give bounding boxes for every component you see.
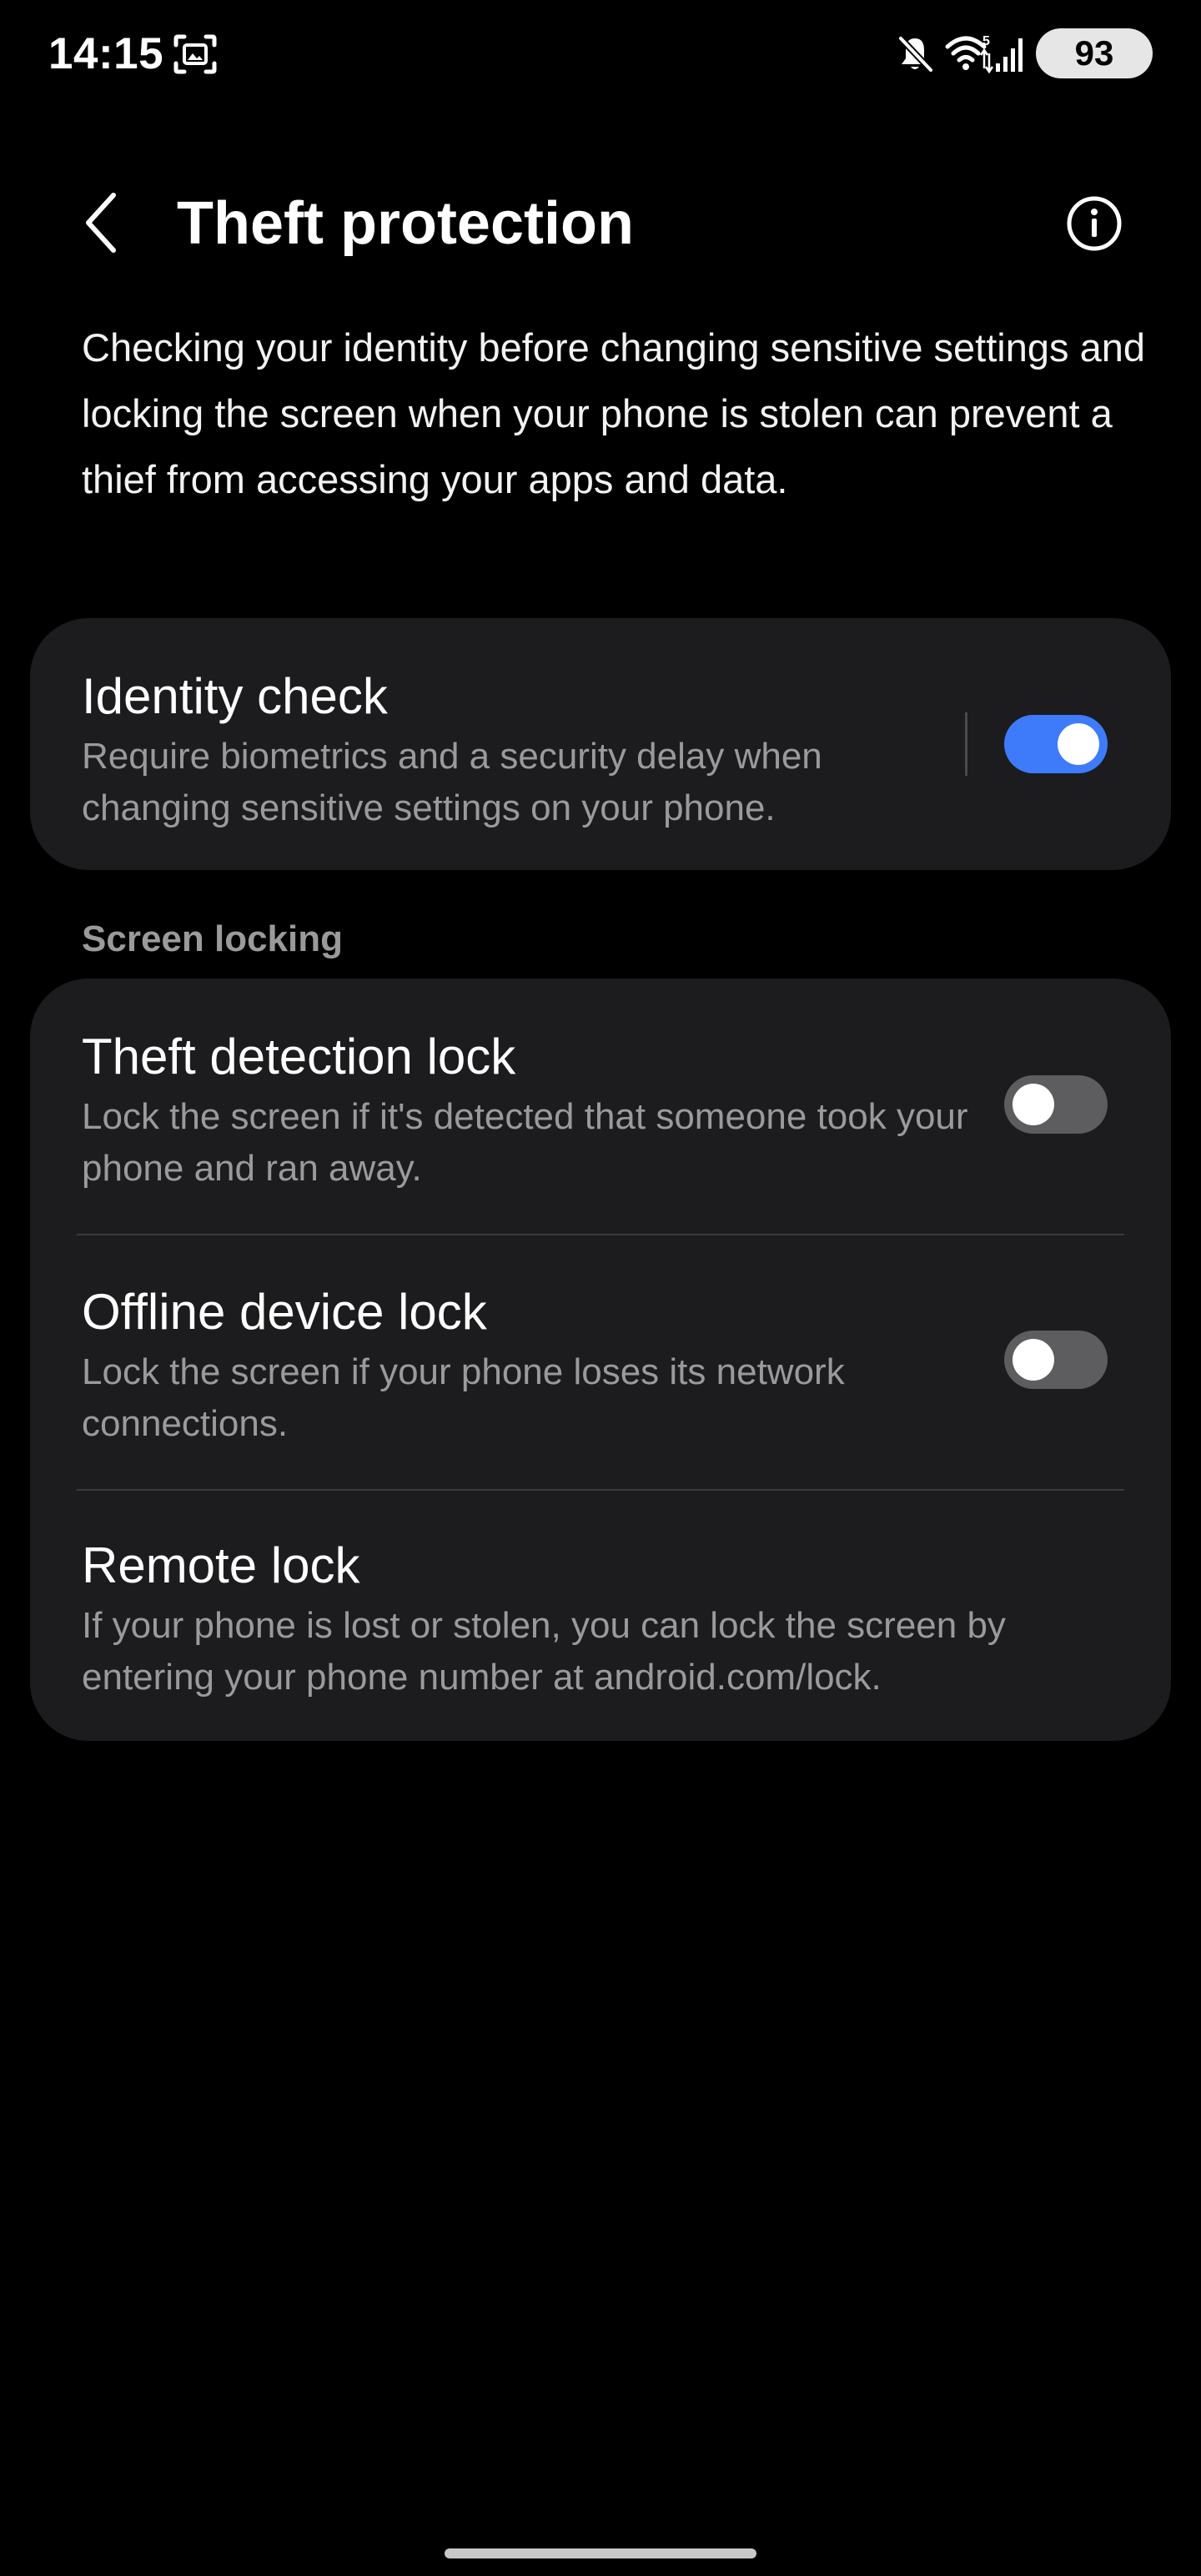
info-button[interactable] — [1065, 194, 1123, 253]
mute-icon — [898, 36, 933, 73]
offline-device-lock-row[interactable]: Offline device lock Lock the screen if y… — [30, 1235, 1171, 1489]
battery-badge: 93 — [1036, 28, 1153, 78]
remote-lock-title: Remote lock — [82, 1537, 360, 1593]
remote-lock-row[interactable]: Remote lock If your phone is lost or sto… — [30, 1491, 1171, 1741]
home-indicator[interactable] — [445, 2548, 756, 2558]
screen-locking-card: Theft detection lock Lock the screen if … — [30, 979, 1171, 1741]
page-description: Checking your identity before changing s… — [82, 325, 1145, 501]
toggle-knob — [1013, 1084, 1054, 1125]
identity-check-title: Identity check — [82, 668, 388, 724]
svg-text:5: 5 — [982, 34, 990, 48]
back-button[interactable] — [72, 185, 130, 260]
chevron-left-icon — [86, 193, 116, 253]
theft-detection-lock-subtitle: Lock the screen if it's detected that so… — [82, 1096, 968, 1189]
status-time: 14:15 — [48, 29, 164, 78]
theft-detection-lock-title: Theft detection lock — [82, 1029, 516, 1084]
screenshot-icon — [173, 34, 217, 74]
identity-check-toggle[interactable] — [1004, 715, 1108, 773]
toggle-knob — [1058, 723, 1099, 765]
identity-check-subtitle: Require biometrics and a security delay … — [82, 736, 822, 828]
remote-lock-subtitle: If your phone is lost or stolen, you can… — [82, 1605, 1006, 1698]
wifi-icon: 5 — [945, 34, 994, 74]
offline-device-lock-title: Offline device lock — [82, 1284, 487, 1340]
identity-check-row[interactable]: Identity check Require biometrics and a … — [30, 618, 1171, 870]
page-title: Theft protection — [177, 190, 634, 257]
divider — [965, 712, 967, 776]
offline-device-lock-toggle[interactable] — [1004, 1331, 1108, 1389]
signal-icon — [996, 38, 1023, 72]
theft-detection-lock-toggle[interactable] — [1004, 1075, 1108, 1134]
identity-check-card: Identity check Require biometrics and a … — [30, 618, 1171, 870]
info-icon — [1067, 196, 1122, 251]
toggle-knob — [1013, 1339, 1054, 1381]
offline-device-lock-subtitle: Lock the screen if your phone loses its … — [82, 1351, 845, 1444]
theft-detection-lock-row[interactable]: Theft detection lock Lock the screen if … — [30, 979, 1171, 1234]
status-bar: 14:15 5 93 — [0, 0, 1201, 108]
section-header-screen-locking: Screen locking — [82, 918, 344, 959]
